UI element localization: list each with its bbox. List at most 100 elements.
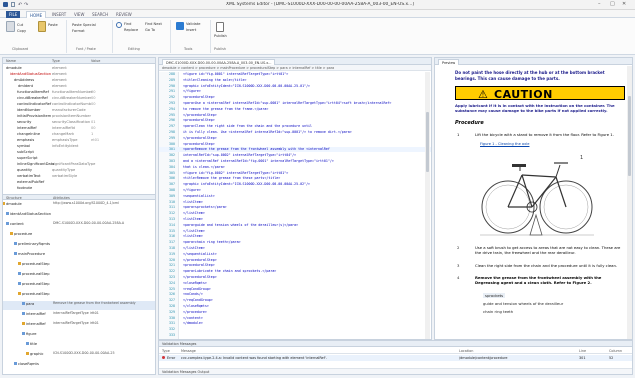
tree-top-row[interactable]: footnote	[3, 185, 155, 191]
code-line[interactable]: 333	[159, 333, 431, 338]
tab-search[interactable]: SEARCH	[92, 11, 108, 18]
structure-row[interactable]: identAndStatusSection	[3, 211, 155, 220]
structure-row[interactable]: para Remove the grease from the frontwhee…	[3, 301, 155, 310]
col-value[interactable]: Value	[91, 59, 100, 63]
code-line[interactable]: 325 <reqCondGroup>	[159, 287, 431, 292]
code-line[interactable]: 330 </content>	[159, 316, 431, 321]
code-line[interactable]: 319 </sequentialList>	[159, 252, 431, 257]
code-line[interactable]: 306 <title>Remove the grease from these …	[159, 176, 431, 181]
maximize-icon[interactable]: □	[610, 1, 615, 7]
structure-row[interactable]: content DMC-S1000D-XXX-D00-00-00-00AA-258…	[3, 221, 155, 230]
col-msg-type[interactable]: Type	[162, 349, 170, 353]
code-line[interactable]: 288 <figure id="fig-0001" internalRefTar…	[159, 72, 431, 77]
col-type[interactable]: Type	[52, 59, 60, 63]
paste-icon[interactable]	[38, 21, 46, 32]
code-line[interactable]: 324 <closeRqmts>	[159, 281, 431, 286]
code-line[interactable]: 322 <para>Lubricate the chain and sprock…	[159, 269, 431, 274]
insert-button[interactable]: Insert	[186, 28, 196, 32]
code-line[interactable]: 292 <proceduralStep>	[159, 95, 431, 100]
structure-row[interactable]: proceduralStep	[3, 261, 155, 270]
paste-special-button[interactable]: Paste Special	[72, 23, 96, 27]
tab-home[interactable]: HOME	[26, 11, 47, 18]
code-line[interactable]: 289 <title>Cleaning the axle</title>	[159, 78, 431, 83]
col-name[interactable]: Name	[6, 59, 16, 63]
format-button[interactable]: Format	[72, 29, 85, 33]
col-msg-location[interactable]: Location	[459, 349, 473, 353]
save-icon[interactable]	[11, 2, 15, 7]
minimize-icon[interactable]: –	[598, 1, 601, 7]
code-line[interactable]: 303 and a <internalRef internalRefId="fi…	[159, 159, 431, 164]
code-line[interactable]: 300 <proceduralStep>	[159, 142, 431, 147]
structure-row[interactable]: preliminaryRqmts	[3, 241, 155, 250]
replace-button[interactable]: Replace	[124, 28, 138, 32]
code-line[interactable]: 304 that is clean.</para>	[159, 165, 431, 170]
structure-row[interactable]: internalRef internalRefTargetType irtt01	[3, 321, 155, 330]
preview-scrollbar[interactable]	[627, 66, 632, 339]
redo-icon[interactable]: ↷	[24, 2, 28, 8]
preview-tab[interactable]: Preview	[438, 59, 460, 65]
structure-row[interactable]: closeRqmts	[3, 361, 155, 370]
message-row[interactable]: Error cvc-complex-type.2.4.a: Invalid co…	[159, 355, 632, 361]
publish-button[interactable]: Publish	[214, 34, 227, 38]
col-attributes[interactable]: Attributes	[53, 196, 70, 200]
code-line[interactable]: 308 </figure>	[159, 188, 431, 193]
code-line[interactable]: 318 </listItem>	[159, 246, 431, 251]
find-button[interactable]: Find	[124, 22, 131, 26]
col-msg-column[interactable]: Column	[609, 349, 622, 353]
publish-icon[interactable]	[216, 22, 224, 32]
structure-row[interactable]: proceduralStep	[3, 271, 155, 280]
structure-row[interactable]: title	[3, 341, 155, 350]
code-line[interactable]: 313 <listItem>	[159, 217, 431, 222]
preview-scrollbar-thumb[interactable]	[628, 96, 631, 176]
tab-review[interactable]: REVIEW	[116, 11, 132, 18]
code-line[interactable]: 305 <figure id="fig-0002" internalRefTar…	[159, 171, 431, 176]
structure-row[interactable]: mainProcedure	[3, 251, 155, 260]
tab-insert[interactable]: INSERT	[52, 11, 66, 18]
code-line[interactable]: 320 </proceduralStep>	[159, 258, 431, 263]
code-line[interactable]: 326 <noConds/>	[159, 292, 431, 297]
code-line[interactable]: 309 <sequentialList>	[159, 194, 431, 199]
validate-button[interactable]: Validate	[186, 22, 200, 26]
col-msg-message[interactable]: Message	[181, 349, 196, 353]
goto-button[interactable]: Go To	[145, 28, 155, 32]
code-line[interactable]: 302 internalRefId="sup-0002" internalRef…	[159, 153, 431, 158]
code-line[interactable]: 317 <para>chain ring teeth</para>	[159, 240, 431, 245]
code-line[interactable]: 291 </figure>	[159, 89, 431, 94]
code-line[interactable]: 316 <listItem>	[159, 234, 431, 239]
code-line[interactable]: 314 <para>guide and tension wheels of th…	[159, 223, 431, 228]
structure-row[interactable]: figure	[3, 331, 155, 340]
code-line[interactable]: 311 <para>sprockets</para>	[159, 205, 431, 210]
code-line[interactable]: 307 <graphic infoEntityIdent="ICN-S1000D…	[159, 182, 431, 187]
find-icon[interactable]	[116, 22, 122, 28]
col-structure[interactable]: Structure	[6, 196, 22, 200]
col-msg-line[interactable]: Line	[579, 349, 586, 353]
code-line[interactable]: 299 </proceduralStep>	[159, 136, 431, 141]
structure-row[interactable]: proceduralStep	[3, 291, 155, 300]
code-line[interactable]: 310 <listItem>	[159, 200, 431, 205]
code-line[interactable]: 294 to remove the grease from the frame.…	[159, 107, 431, 112]
validate-icon[interactable]	[176, 22, 184, 30]
messages-footer-tabs[interactable]: Validation Messages Output	[159, 368, 632, 374]
undo-icon[interactable]: ↶	[18, 2, 22, 8]
code-line[interactable]: 331 </dmodule>	[159, 321, 431, 326]
code-line[interactable]: 323 </proceduralStep>	[159, 275, 431, 280]
structure-row[interactable]: internalRef internalRefTargetType irtt01	[3, 311, 155, 320]
code-line[interactable]: 296 <proceduralStep>	[159, 118, 431, 123]
cut-icon[interactable]	[6, 21, 15, 32]
code-line[interactable]: 328 </closeRqmts>	[159, 304, 431, 309]
cut-button[interactable]: Cut	[17, 23, 23, 27]
code-line[interactable]: 293 <para>Use a <internalRef internalRef…	[159, 101, 431, 106]
structure-row[interactable]: graphic ICN-S1000D-XXX-D00-00-00-00AA-25	[3, 351, 155, 360]
code-line[interactable]: 301 <para>Remove the grease from the fro…	[159, 147, 431, 153]
code-line[interactable]: 290 <graphic infoEntityIdent="ICN-S1000D…	[159, 84, 431, 89]
code-line[interactable]: 329 </procedure>	[159, 310, 431, 315]
code-line[interactable]: 321 <proceduralStep>	[159, 263, 431, 268]
structure-row[interactable]: dmodule http://www.s1000d.org/S1000D_4-1/…	[3, 201, 155, 210]
tab-file[interactable]: FILE	[6, 11, 21, 18]
code-line[interactable]: 298 it is fully clean. Use <internalRef …	[159, 130, 431, 135]
close-icon[interactable]: ✕	[622, 1, 626, 7]
find-next-button[interactable]: Find Next	[145, 22, 162, 26]
code-line[interactable]: 295 </proceduralStep>	[159, 113, 431, 118]
code-area[interactable]: 288 <figure id="fig-0001" internalRefTar…	[159, 72, 431, 339]
copy-button[interactable]: Copy	[17, 29, 26, 33]
